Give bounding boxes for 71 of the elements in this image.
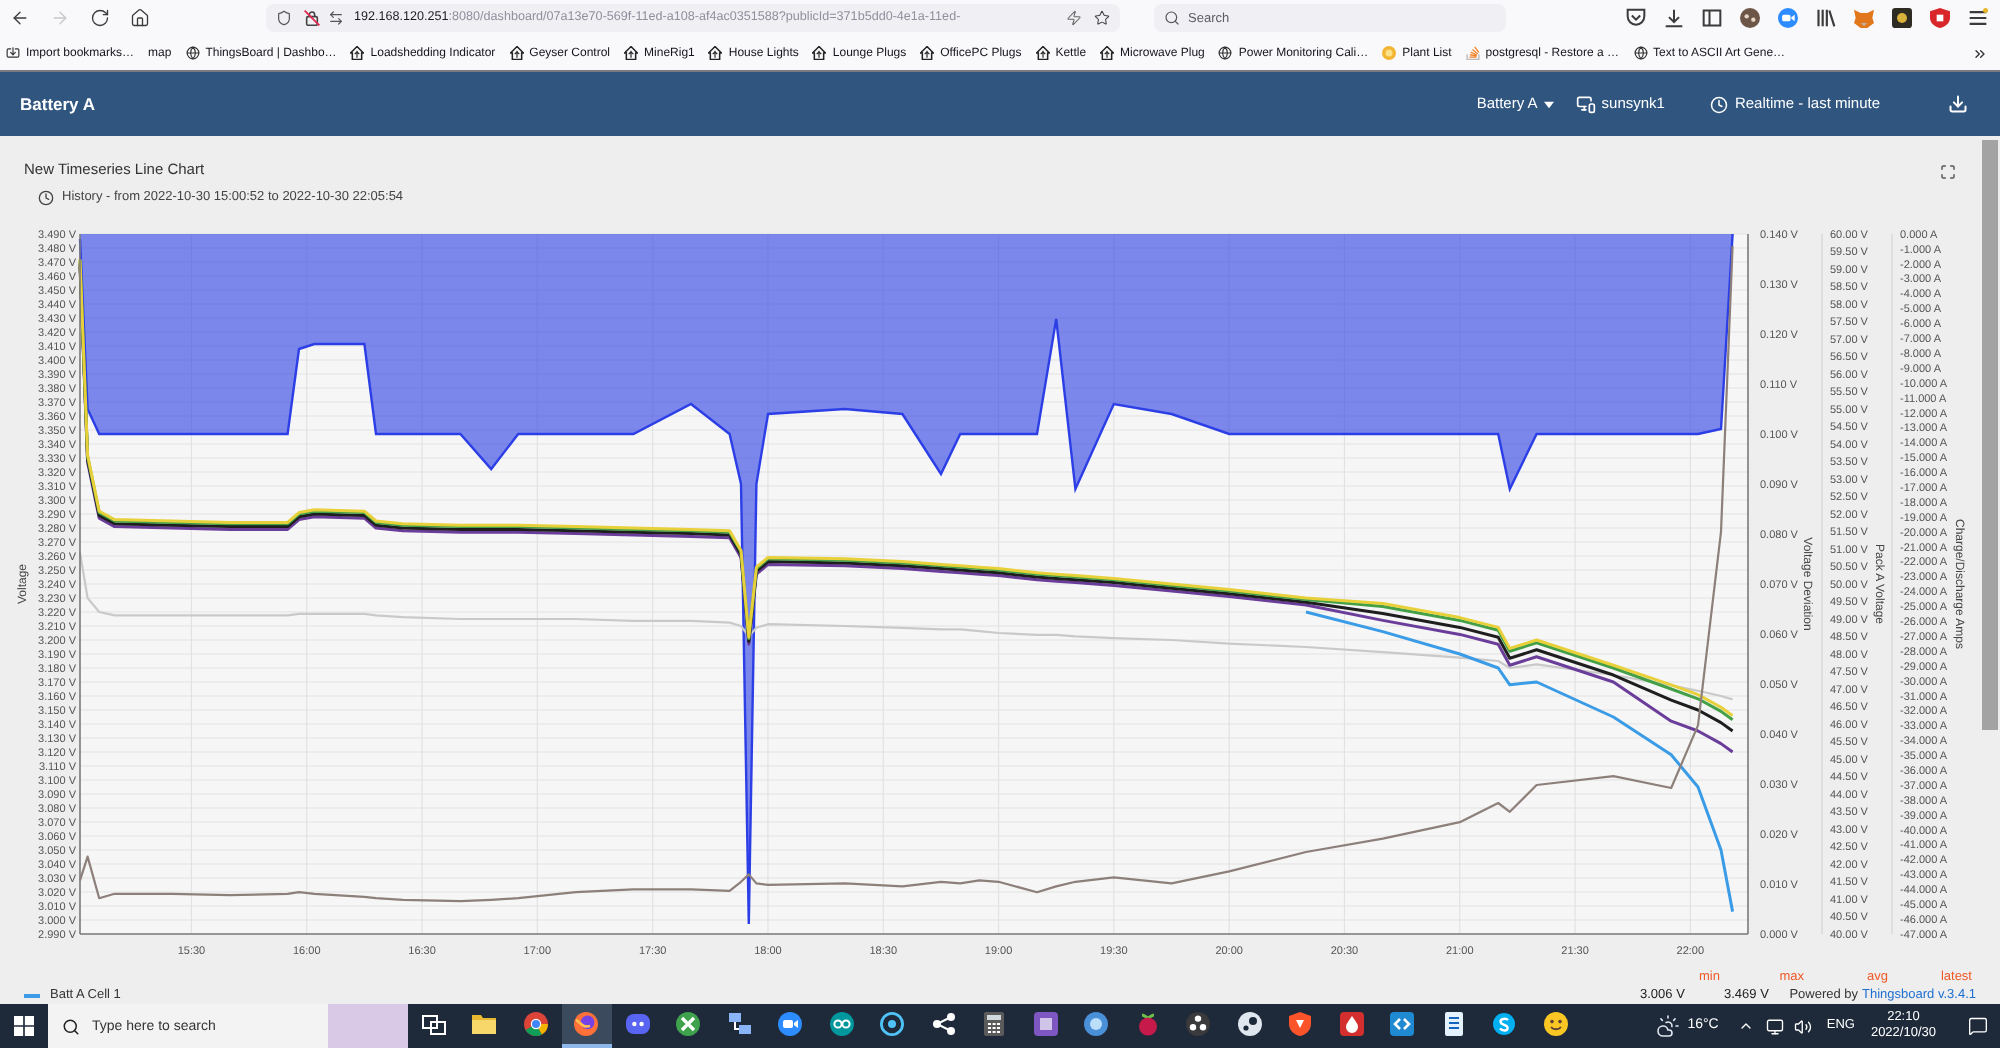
clock-icon bbox=[38, 189, 54, 205]
reload-icon[interactable] bbox=[90, 8, 110, 28]
stacked-bars-icon bbox=[1465, 46, 1480, 60]
house-icon bbox=[1035, 46, 1050, 60]
house-icon bbox=[708, 46, 723, 60]
share-icon[interactable] bbox=[931, 1012, 956, 1036]
folder-icon[interactable] bbox=[472, 1012, 497, 1036]
scrollbar-thumb[interactable] bbox=[1982, 140, 1998, 730]
document-icon[interactable] bbox=[1441, 1012, 1466, 1036]
dashboard-title: Battery A bbox=[20, 91, 95, 117]
smiley-icon[interactable] bbox=[1543, 1012, 1568, 1036]
task-view-icon[interactable] bbox=[421, 1012, 446, 1036]
search-icon bbox=[1164, 10, 1180, 26]
water-drop-icon[interactable] bbox=[1339, 1012, 1364, 1036]
round-favicon-icon bbox=[1382, 46, 1397, 60]
notification-icon[interactable] bbox=[1968, 1016, 1988, 1036]
calculator-icon[interactable] bbox=[982, 1012, 1007, 1036]
speaker-icon[interactable] bbox=[1794, 1017, 1813, 1035]
fox-icon[interactable] bbox=[1854, 8, 1874, 28]
rounded-logo-icon[interactable] bbox=[625, 1012, 650, 1036]
lightning-icon[interactable] bbox=[1066, 10, 1082, 26]
insecure-lock-icon[interactable] bbox=[304, 10, 320, 26]
globe-icon bbox=[1633, 46, 1647, 60]
circle-logo-icon[interactable] bbox=[523, 1012, 548, 1036]
house-icon bbox=[509, 46, 524, 60]
bookmark-star-icon[interactable] bbox=[1094, 10, 1110, 26]
home-icon[interactable] bbox=[130, 8, 150, 28]
swap-arrows-icon[interactable] bbox=[328, 10, 344, 26]
search-icon bbox=[62, 1017, 80, 1035]
chevron-up-icon[interactable] bbox=[1738, 1018, 1755, 1034]
sidebar-icon[interactable] bbox=[1702, 8, 1722, 28]
house-icon bbox=[812, 46, 827, 60]
fullscreen-icon[interactable] bbox=[1940, 164, 1956, 180]
raspberry-icon[interactable] bbox=[1135, 1012, 1160, 1036]
shield-logo-icon[interactable] bbox=[1288, 1012, 1313, 1036]
video-camera-icon[interactable] bbox=[778, 1012, 803, 1036]
network-icon[interactable] bbox=[727, 1012, 752, 1036]
globe-icon bbox=[185, 46, 200, 60]
shield-icon[interactable] bbox=[276, 10, 292, 26]
caret-icon bbox=[1543, 99, 1554, 109]
circle-logo-icon[interactable] bbox=[1084, 1012, 1109, 1036]
start-icon[interactable] bbox=[14, 1016, 34, 1036]
code-logo-icon[interactable] bbox=[1390, 1012, 1415, 1036]
house-icon bbox=[920, 46, 935, 60]
circle-logo-icon[interactable] bbox=[1237, 1012, 1262, 1036]
weather-icon[interactable] bbox=[1655, 1014, 1680, 1038]
infinity-icon[interactable] bbox=[829, 1012, 854, 1036]
house-icon bbox=[624, 46, 639, 60]
illustration-placeholder bbox=[328, 1004, 408, 1048]
chevron-shield-icon[interactable] bbox=[1626, 8, 1646, 28]
circle-logo-icon[interactable] bbox=[676, 1012, 701, 1036]
cookie-icon[interactable] bbox=[1740, 8, 1760, 28]
globe-icon bbox=[1218, 46, 1233, 60]
devices-icon bbox=[1575, 94, 1596, 114]
download-icon[interactable] bbox=[1664, 8, 1684, 28]
dot-tile-icon[interactable] bbox=[1892, 8, 1912, 28]
house-icon bbox=[350, 46, 365, 60]
download-icon[interactable] bbox=[1948, 94, 1968, 114]
house-icon bbox=[1100, 46, 1115, 60]
import-icon bbox=[6, 46, 20, 60]
circle-logo-icon[interactable] bbox=[1186, 1012, 1211, 1036]
back-icon[interactable] bbox=[10, 8, 30, 28]
monitor-icon[interactable] bbox=[1766, 1017, 1785, 1035]
shield-icon[interactable] bbox=[1930, 8, 1950, 28]
ring-icon[interactable] bbox=[880, 1012, 905, 1036]
letter-s-icon[interactable] bbox=[1492, 1012, 1517, 1036]
clock-icon bbox=[1710, 95, 1729, 113]
menu-icon[interactable] bbox=[1968, 8, 1988, 28]
library-icon[interactable] bbox=[1816, 8, 1836, 28]
square-logo-icon[interactable] bbox=[1033, 1012, 1058, 1036]
chevrons-right-icon[interactable] bbox=[1972, 45, 1988, 61]
